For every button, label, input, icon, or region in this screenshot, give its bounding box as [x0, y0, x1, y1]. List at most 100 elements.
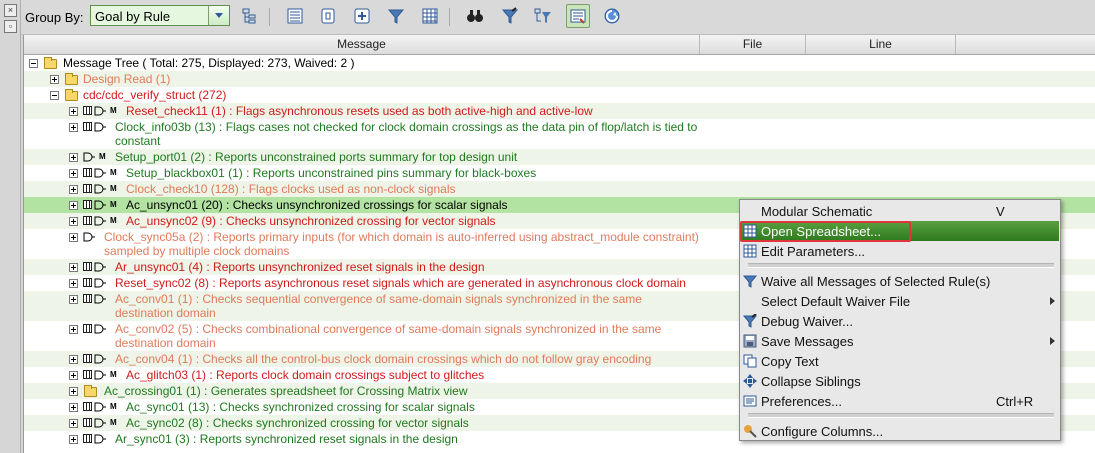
collapse-icon[interactable]: [50, 91, 59, 100]
expand-icon[interactable]: [69, 371, 78, 380]
refresh-icon[interactable]: [602, 6, 622, 26]
expand-icon[interactable]: [69, 295, 78, 304]
expand-icon[interactable]: [69, 419, 78, 428]
module-icon: M: [99, 152, 106, 161]
filter-edit-icon[interactable]: [500, 6, 520, 26]
group-by-select[interactable]: Goal by Rule: [90, 5, 230, 26]
expand-icon[interactable]: [69, 185, 78, 194]
waiver-active-icon[interactable]: [566, 4, 590, 28]
menu-item-save-messages[interactable]: Save Messages: [741, 331, 1059, 351]
tree-node-row[interactable]: cdc/cdc_verify_struct (272): [24, 87, 1095, 103]
tree-root-label: Message Tree ( Total: 275, Displayed: 27…: [63, 56, 355, 70]
close-panel-icon[interactable]: ×: [4, 4, 17, 17]
expand-icon[interactable]: [69, 325, 78, 334]
menu-item-edit-parameters[interactable]: Edit Parameters...: [741, 241, 1059, 261]
menu-separator: [748, 413, 1054, 418]
filter-icon: [743, 275, 757, 288]
rule-label: Ac_unsync02 (9) : Checks unsynchronized …: [126, 214, 496, 228]
gate-icon: [83, 152, 95, 162]
module-icon: M: [110, 200, 117, 209]
column-message[interactable]: Message: [24, 35, 700, 54]
gate-icon: [94, 324, 106, 334]
expand-icon[interactable]: [69, 355, 78, 364]
gate-icon: [94, 434, 106, 444]
chevron-down-icon[interactable]: [208, 6, 229, 25]
add-icon[interactable]: [352, 6, 372, 26]
spreadsheet-icon: [83, 434, 92, 443]
expand-icon[interactable]: [69, 123, 78, 132]
expand-icon[interactable]: [69, 435, 78, 444]
rule-row[interactable]: Clock_info03b (13) : Flags cases not che…: [24, 119, 1095, 149]
menu-item-label: Modular Schematic: [761, 204, 873, 219]
menu-shortcut: V: [996, 204, 1005, 219]
expand-icon[interactable]: [69, 387, 78, 396]
rule-row[interactable]: M Setup_blackbox01 (1) : Reports unconst…: [24, 165, 1095, 181]
debug-filter-icon: [743, 314, 757, 328]
folder-icon: [84, 385, 97, 397]
expand-icon[interactable]: [69, 201, 78, 210]
filter-icon[interactable]: [386, 6, 406, 26]
menu-item-waive-all[interactable]: Waive all Messages of Selected Rule(s): [741, 271, 1059, 291]
expand-icon[interactable]: [69, 263, 78, 272]
rule-label: Clock_check10 (128) : Flags clocks used …: [126, 182, 456, 196]
module-icon: M: [110, 370, 117, 379]
gate-icon: [94, 106, 106, 116]
menu-item-label: Collapse Siblings: [761, 374, 861, 389]
column-line[interactable]: Line: [806, 35, 956, 54]
module-icon: M: [110, 402, 117, 411]
menu-item-configure-columns[interactable]: Configure Columns...: [741, 421, 1059, 441]
expand-icon[interactable]: [69, 217, 78, 226]
rule-label: Reset_sync02 (8) : Reports asynchronous …: [115, 276, 686, 290]
tree-filter-icon[interactable]: [533, 6, 553, 26]
expand-icon[interactable]: [69, 279, 78, 288]
menu-item-select-default-waiver[interactable]: Select Default Waiver File: [741, 291, 1059, 311]
spreadsheet-icon: [83, 278, 92, 287]
rule-label: Ac_conv02 (5) : Checks combinational con…: [115, 322, 662, 350]
float-panel-icon[interactable]: ▫: [4, 20, 17, 33]
collapse-icon[interactable]: [29, 59, 38, 68]
menu-item-preferences[interactable]: Preferences... Ctrl+R: [741, 391, 1059, 411]
expand-icon[interactable]: [69, 107, 78, 116]
menu-item-modular-schematic[interactable]: Modular Schematic V: [741, 201, 1059, 221]
rule-label: Ar_unsync01 (4) : Reports unsynchronized…: [115, 260, 485, 274]
expand-icon[interactable]: [69, 169, 78, 178]
module-icon: M: [110, 216, 117, 225]
parameters-grid-icon: [743, 244, 757, 258]
module-icon: M: [110, 106, 117, 115]
folder-icon: [65, 73, 78, 85]
menu-item-label: Configure Columns...: [761, 424, 884, 439]
tree-root-row[interactable]: Message Tree ( Total: 275, Displayed: 27…: [24, 55, 1095, 71]
menu-item-collapse-siblings[interactable]: Collapse Siblings: [741, 371, 1059, 391]
hierarchy-icon[interactable]: [240, 6, 260, 26]
tree-node-label: Design Read (1): [83, 72, 171, 86]
expand-icon[interactable]: [69, 233, 78, 242]
binoculars-icon[interactable]: [465, 6, 485, 26]
gate-icon: [83, 232, 95, 242]
tree-node-row[interactable]: Design Read (1): [24, 71, 1095, 87]
submenu-arrow-icon: [1050, 297, 1055, 305]
spreadsheet-icon: [83, 106, 92, 115]
gate-icon: [94, 418, 106, 428]
module-icon: M: [110, 168, 117, 177]
expand-icon[interactable]: [50, 75, 59, 84]
list-view-icon[interactable]: [285, 6, 305, 26]
rule-label: Ac_sync01 (13) : Checks synchronized cro…: [126, 400, 475, 414]
gate-icon: [94, 262, 106, 272]
expand-icon[interactable]: [69, 153, 78, 162]
rule-label: Setup_port01 (2) : Reports unconstrained…: [115, 150, 518, 164]
menu-item-label: Copy Text: [761, 354, 819, 369]
group-by-value: Goal by Rule: [95, 9, 171, 24]
menu-item-debug-waiver[interactable]: Debug Waiver...: [741, 311, 1059, 331]
rule-row[interactable]: M Clock_check10 (128) : Flags clocks use…: [24, 181, 1095, 197]
rule-label: Ac_crossing01 (1) : Generates spreadshee…: [104, 384, 468, 398]
spreadsheet-icon[interactable]: [420, 6, 440, 26]
menu-item-label: Edit Parameters...: [761, 244, 866, 259]
column-file[interactable]: File: [700, 35, 806, 54]
menu-item-copy-text[interactable]: Copy Text: [741, 351, 1059, 371]
rule-row[interactable]: M Setup_port01 (2) : Reports unconstrain…: [24, 149, 1095, 165]
spreadsheet-icon: [83, 200, 92, 209]
expand-icon[interactable]: [69, 403, 78, 412]
rule-row[interactable]: M Reset_check11 (1) : Flags asynchronous…: [24, 103, 1095, 119]
left-strip: × ▫: [0, 0, 21, 453]
schematic-icon[interactable]: [318, 6, 338, 26]
